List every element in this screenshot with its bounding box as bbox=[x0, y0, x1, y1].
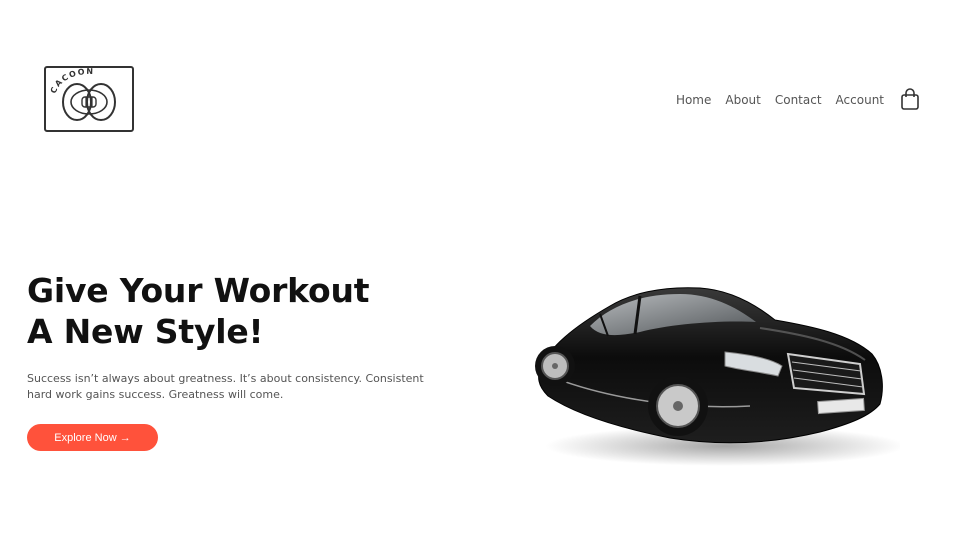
page: CACOON Home About Contact Account Give Y… bbox=[0, 0, 960, 540]
nav-contact-link[interactable]: Contact bbox=[775, 93, 822, 107]
car-image bbox=[535, 287, 900, 466]
hero-description: Success isn’t always about greatness. It… bbox=[27, 371, 467, 403]
hero-description-line-1: Success isn’t always about greatness. It… bbox=[27, 372, 424, 385]
nav-home-link[interactable]: Home bbox=[676, 93, 711, 107]
shopping-bag-icon[interactable] bbox=[900, 88, 920, 111]
main-nav: Home About Contact Account bbox=[676, 88, 920, 111]
nav-about-link[interactable]: About bbox=[725, 93, 760, 107]
cocoon-logo-icon: CACOON bbox=[49, 68, 116, 121]
explore-now-button[interactable]: Explore Now → bbox=[27, 424, 158, 451]
hero-title: Give Your Workout A New Style! bbox=[27, 270, 370, 352]
nav-account-link[interactable]: Account bbox=[836, 93, 884, 107]
hero-title-line-2: A New Style! bbox=[27, 312, 264, 351]
hero-title-line-1: Give Your Workout bbox=[27, 271, 370, 310]
hero-description-line-2: hard work gains success. Greatness will … bbox=[27, 388, 284, 401]
site-logo[interactable]: CACOON bbox=[44, 66, 134, 132]
